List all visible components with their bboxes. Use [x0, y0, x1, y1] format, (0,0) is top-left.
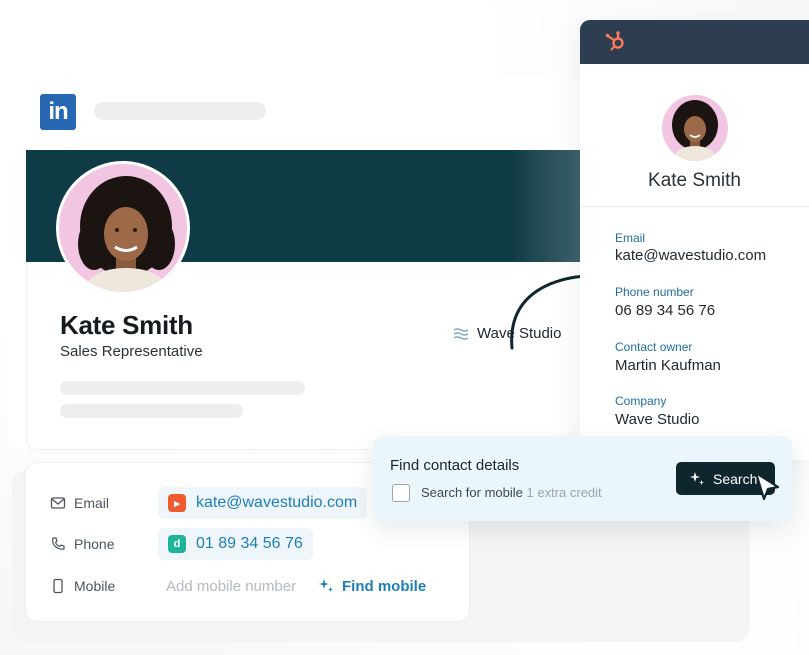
email-source-icon: ▸: [168, 494, 186, 512]
linkedin-logo-text: in: [48, 98, 68, 125]
hubspot-header: [580, 20, 809, 64]
sparkle-icon: [690, 471, 704, 485]
linkedin-topbar: in: [8, 78, 598, 148]
mobile-icon: [53, 578, 63, 594]
phone-row: Phone d 01 89 34 56 76: [26, 528, 471, 560]
email-label: Email: [74, 495, 110, 511]
search-button-label: Search: [713, 470, 758, 487]
hubspot-field-value[interactable]: 06 89 34 56 76: [615, 302, 715, 319]
person-photo-icon: [672, 100, 718, 161]
profile-job-title: Sales Representative: [60, 343, 203, 360]
phone-icon: [52, 537, 65, 550]
find-contact-popup: Find contact details Search for mobile 1…: [373, 436, 792, 521]
phone-value[interactable]: 01 89 34 56 76: [196, 535, 303, 553]
hubspot-logo-icon[interactable]: [604, 30, 626, 52]
hubspot-field-value[interactable]: Wave Studio: [615, 411, 700, 428]
placeholder-line: [60, 381, 305, 395]
credit-note: 1 extra credit: [526, 485, 602, 500]
email-value-chip[interactable]: ▸ kate@wavestudio.com: [158, 487, 368, 519]
person-photo-icon: [78, 176, 175, 292]
hubspot-contact-name: Kate Smith: [648, 170, 741, 191]
find-mobile-button[interactable]: Find mobile: [318, 578, 426, 595]
mobile-row: Mobile Add mobile number Find mobile: [26, 570, 471, 602]
sparkle-icon: [319, 579, 333, 592]
mouse-cursor-icon: [754, 471, 780, 501]
profile-name: Kate Smith: [60, 310, 193, 340]
search-mobile-checkbox[interactable]: [392, 484, 410, 502]
popup-title: Find contact details: [390, 457, 520, 474]
phone-label: Phone: [74, 536, 115, 552]
phone-source-icon: d: [168, 535, 186, 553]
hubspot-contact-card: Kate Smith Email kate@wavestudio.com Pho…: [580, 20, 809, 460]
hubspot-field-label: Contact owner: [615, 340, 693, 354]
divider: [580, 206, 809, 207]
phone-value-chip[interactable]: d 01 89 34 56 76: [158, 528, 313, 560]
profile-avatar: [56, 161, 190, 295]
search-mobile-text: Search for mobile: [421, 485, 523, 500]
mobile-label: Mobile: [74, 578, 116, 594]
search-mobile-label[interactable]: Search for mobile 1 extra credit: [421, 485, 602, 500]
linkedin-search-bar[interactable]: [94, 102, 266, 120]
mail-icon: [50, 497, 66, 509]
placeholder-line: [60, 404, 243, 418]
hubspot-field-value[interactable]: Martin Kaufman: [615, 357, 721, 374]
mobile-input[interactable]: Add mobile number: [166, 578, 296, 595]
hubspot-avatar: [662, 95, 728, 161]
find-mobile-label: Find mobile: [342, 577, 427, 595]
hubspot-field-value[interactable]: kate@wavestudio.com: [615, 247, 766, 264]
hubspot-field-label: Company: [615, 394, 667, 408]
linkedin-logo-icon[interactable]: in: [40, 94, 76, 130]
hubspot-field-label: Phone number: [615, 285, 694, 299]
email-value[interactable]: kate@wavestudio.com: [196, 494, 357, 512]
hubspot-field-label: Email: [615, 231, 646, 245]
wave-logo-icon: [453, 327, 469, 340]
